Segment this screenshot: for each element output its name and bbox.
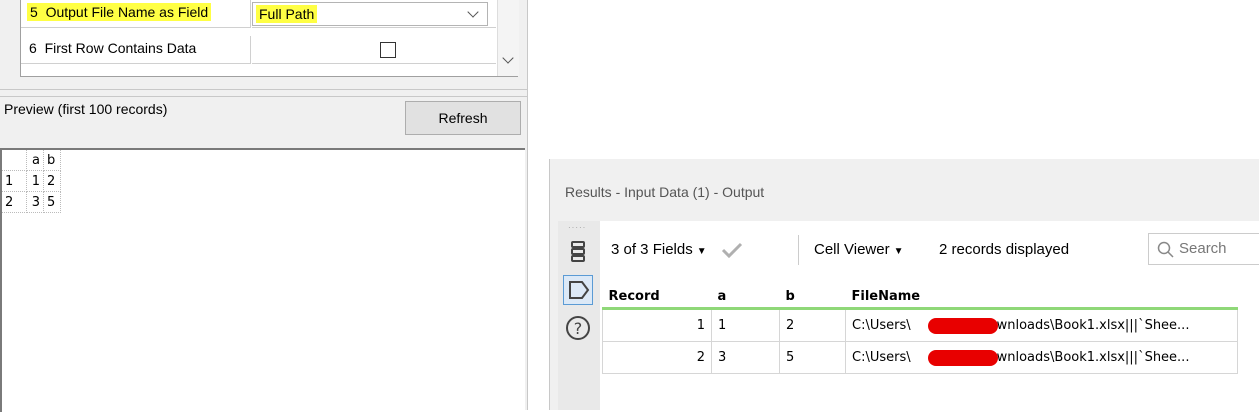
panel-splitter[interactable] <box>0 89 527 97</box>
option-value-cell: Full Path <box>252 0 496 28</box>
cell-filename[interactable]: C:\Users\ Downloads\Book1.xlsx|||`Shee... <box>845 341 1238 374</box>
filename-prefix: C:\Users\ <box>852 350 911 365</box>
cell-viewer-label: Cell Viewer <box>814 241 890 258</box>
chevron-down-icon[interactable] <box>502 52 514 64</box>
preview-label: Preview (first 100 records) <box>4 101 168 117</box>
configuration-panel: 5 Output File Name as Field Full Path 6 … <box>0 0 528 412</box>
results-table: Record a b FileName 1 1 2 C:\Users\ Downl… <box>602 285 1238 374</box>
highlighted-label: 5 Output File Name as Field <box>27 3 212 21</box>
filename-suffix: Downloads\Book1.xlsx|||`Shee... <box>978 318 1190 333</box>
cell-a[interactable]: 1 <box>711 308 780 342</box>
column-header-filename[interactable]: FileName <box>845 285 1238 310</box>
cell-a[interactable]: 3 <box>711 341 780 374</box>
preview-row: 1 1 2 <box>2 170 61 192</box>
results-body: ····· ? 3 of 3 Fields ▼ Cell Viewer ▼ 2 re… <box>558 221 1259 410</box>
option-number: 5 <box>30 4 38 20</box>
list-view-icon[interactable] <box>563 237 593 267</box>
redaction-mark <box>928 318 998 334</box>
caret-down-icon: ▼ <box>893 246 904 257</box>
preview-header-row: a b <box>2 150 61 171</box>
option-label: Output File Name as Field <box>45 4 209 20</box>
preview-row: 2 3 5 <box>2 191 61 213</box>
preview-grid: a b 1 1 2 2 3 5 <box>0 148 525 412</box>
caret-down-icon: ▼ <box>696 246 707 257</box>
fields-dropdown[interactable]: 3 of 3 Fields ▼ <box>611 241 707 258</box>
svg-text:?: ? <box>574 319 583 338</box>
options-scrollbar[interactable] <box>497 0 519 76</box>
checkmark-icon[interactable] <box>720 241 744 264</box>
preview-header-cell <box>2 150 27 171</box>
cell-b[interactable]: 5 <box>779 341 846 374</box>
record-cell[interactable]: 2 <box>602 341 712 374</box>
option-row-output-file-name[interactable]: 5 Output File Name as Field Full Path <box>21 0 496 28</box>
grip-handle-icon[interactable]: ····· <box>568 223 586 232</box>
cell-viewer-dropdown[interactable]: Cell Viewer ▼ <box>814 241 904 258</box>
results-pane: Results - Input Data (1) - Output ····· … <box>549 159 1259 410</box>
redaction-mark <box>928 350 998 366</box>
filename-suffix: Downloads\Book1.xlsx|||`Shee... <box>978 350 1190 365</box>
preview-row-number: 2 <box>2 191 27 213</box>
first-row-contains-data-checkbox[interactable] <box>380 42 396 58</box>
column-header-b[interactable]: b <box>779 285 846 310</box>
dropdown-selected-value: Full Path <box>256 5 318 23</box>
option-row-first-row-data[interactable]: 6 First Row Contains Data <box>21 36 496 64</box>
table-row[interactable]: 2 3 5 C:\Users\ Downloads\Book1.xlsx|||`S… <box>602 341 1238 374</box>
preview-cell: 2 <box>43 170 61 192</box>
preview-cell: 3 <box>26 191 44 213</box>
toolbar-divider <box>798 235 799 265</box>
cell-b[interactable]: 2 <box>779 308 846 342</box>
option-value-cell <box>252 36 496 64</box>
column-header-a[interactable]: a <box>711 285 780 310</box>
cell-filename[interactable]: C:\Users\ Downloads\Book1.xlsx|||`Shee... <box>845 308 1238 342</box>
results-side-rail: ····· ? <box>558 221 600 410</box>
results-header-row: Record a b FileName <box>602 285 1238 310</box>
refresh-button[interactable]: Refresh <box>405 101 521 135</box>
output-file-name-dropdown[interactable]: Full Path <box>252 2 488 26</box>
filename-prefix: C:\Users\ <box>852 318 911 333</box>
search-input[interactable]: Search <box>1148 233 1259 265</box>
option-label: First Row Contains Data <box>44 40 197 56</box>
preview-header-cell: b <box>43 150 61 171</box>
option-number: 6 <box>29 40 37 56</box>
search-icon <box>1157 241 1174 258</box>
column-header-record[interactable]: Record <box>602 285 712 310</box>
option-label-cell: 6 First Row Contains Data <box>21 36 251 64</box>
results-header: Results - Input Data (1) - Output <box>550 159 1259 214</box>
preview-row-number: 1 <box>2 170 27 192</box>
results-title: Results - Input Data (1) - Output <box>565 184 765 200</box>
option-label-cell: 5 Output File Name as Field <box>21 0 251 28</box>
search-placeholder: Search <box>1179 240 1227 257</box>
fields-label: 3 of 3 Fields <box>611 241 693 258</box>
preview-cell: 5 <box>43 191 61 213</box>
help-icon[interactable]: ? <box>563 313 593 343</box>
table-row[interactable]: 1 1 2 C:\Users\ Downloads\Book1.xlsx|||`S… <box>602 308 1238 342</box>
record-cell[interactable]: 1 <box>602 308 712 342</box>
tag-view-icon[interactable] <box>563 275 593 305</box>
chevron-down-icon <box>467 6 479 18</box>
preview-cell: 1 <box>26 170 44 192</box>
options-table: 5 Output File Name as Field Full Path 6 … <box>20 0 519 77</box>
preview-header-cell: a <box>26 150 44 171</box>
records-count-label: 2 records displayed <box>939 241 1070 258</box>
